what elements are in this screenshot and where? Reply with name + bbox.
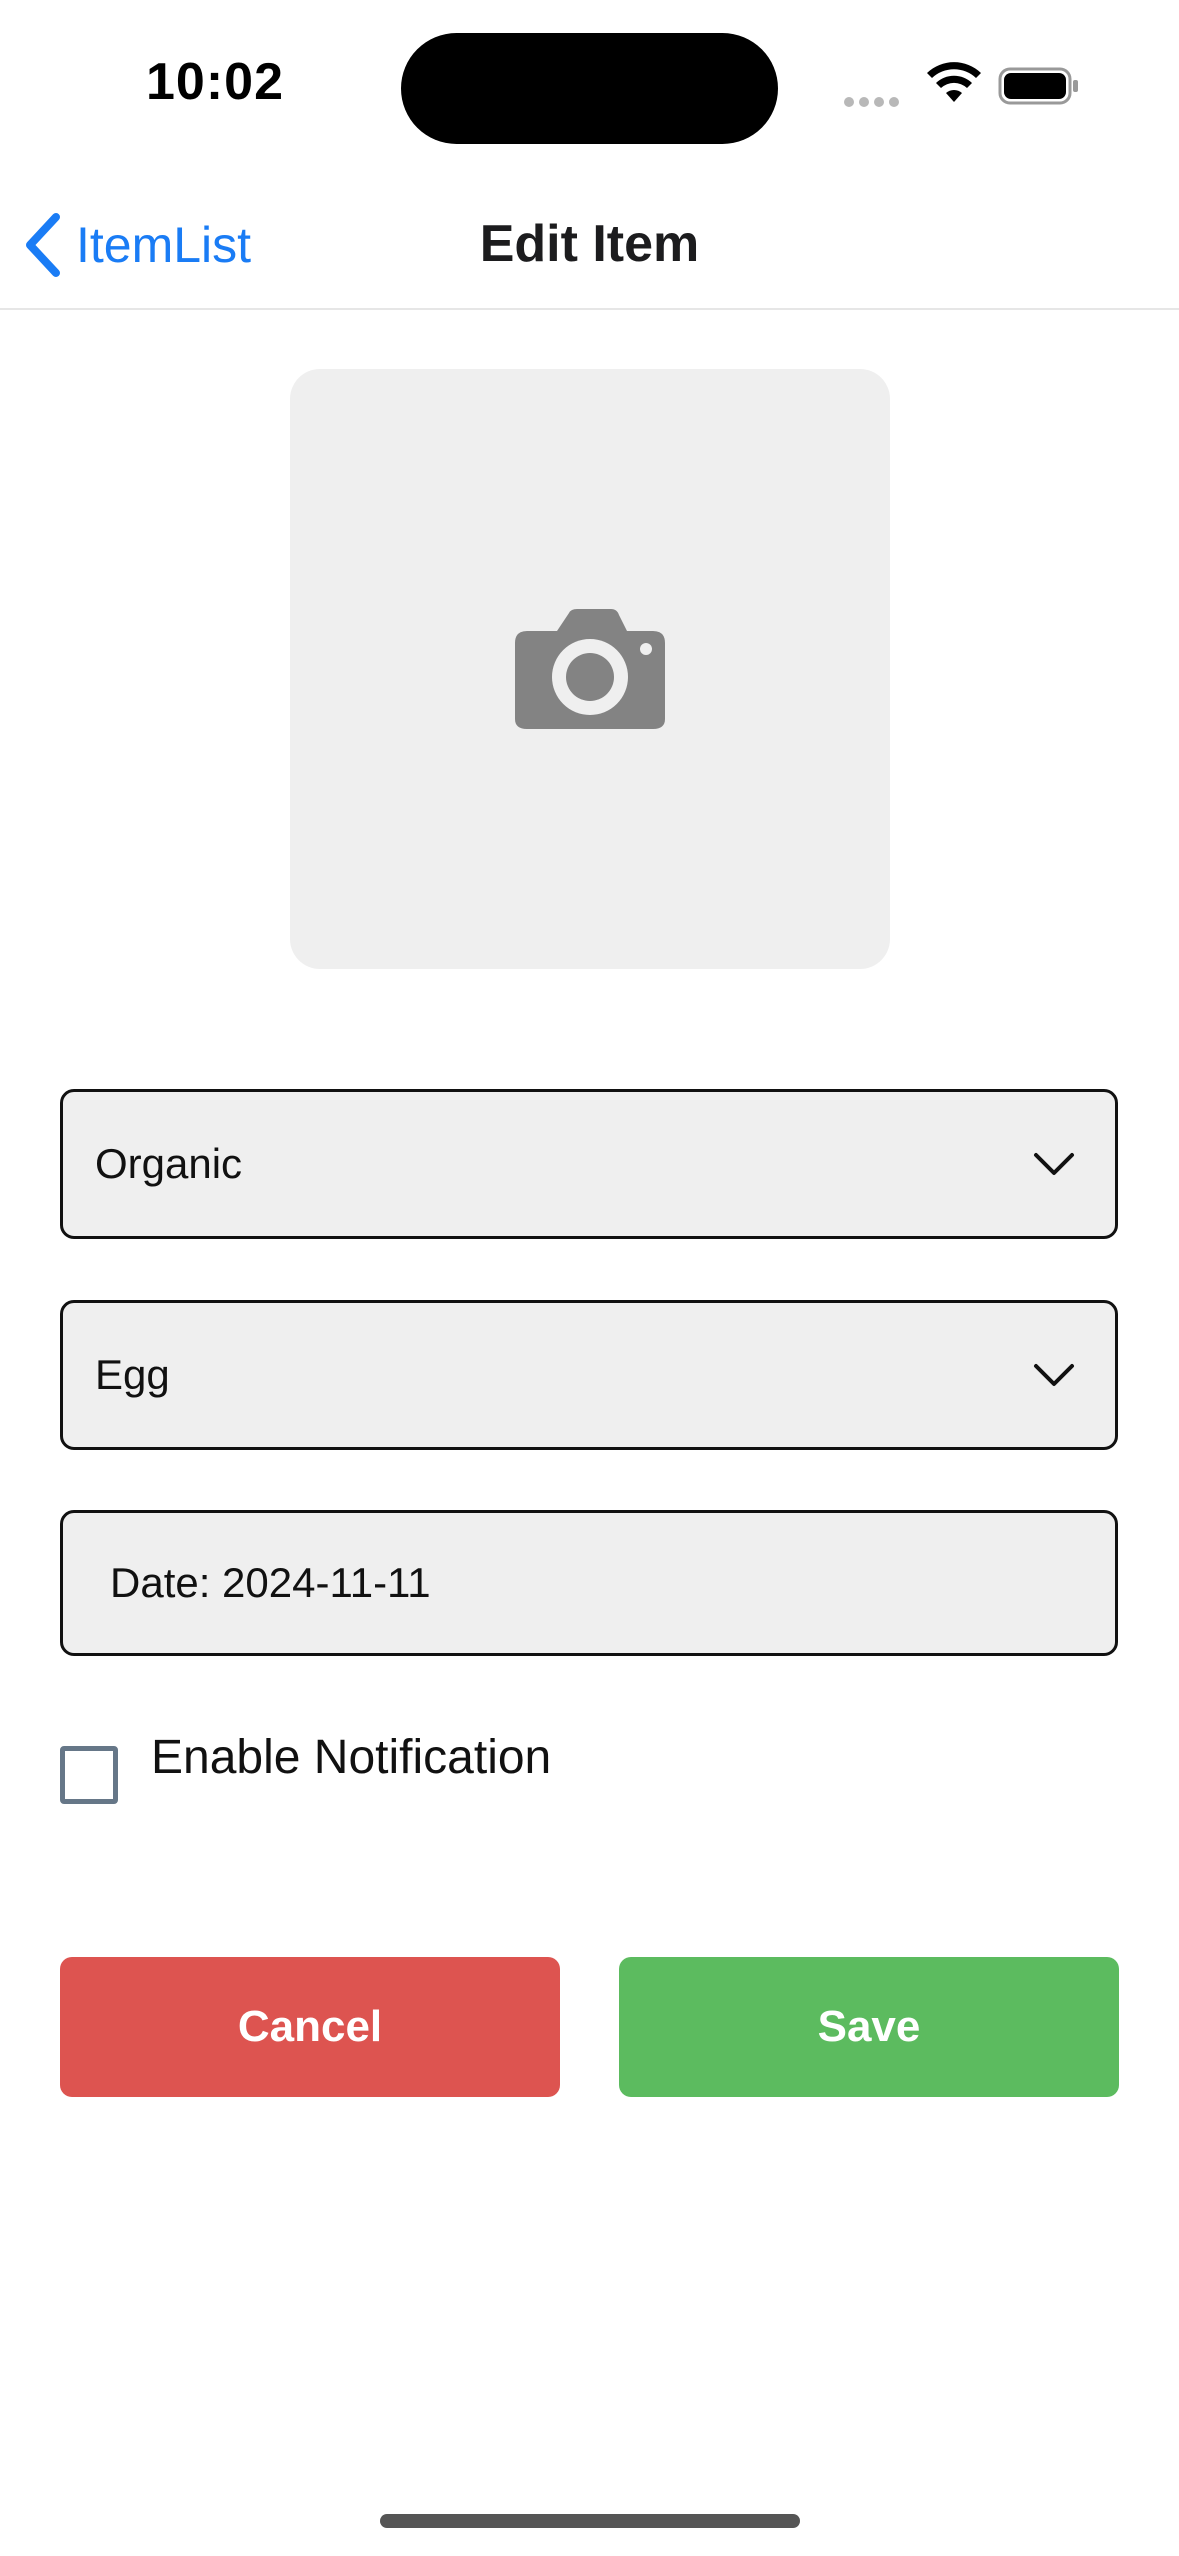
cellular-signal-icon [844, 94, 904, 107]
status-icons [840, 60, 1090, 110]
enable-notification-checkbox[interactable] [60, 1746, 118, 1804]
camera-icon [515, 609, 665, 729]
page-title: Edit Item [479, 215, 700, 273]
wifi-icon [927, 62, 981, 102]
item-select[interactable]: Egg [60, 1300, 1118, 1450]
dynamic-island [401, 33, 778, 144]
status-time: 10:02 [146, 53, 284, 111]
date-field[interactable]: Date: 2024-11-11 [60, 1510, 1118, 1656]
photo-picker[interactable] [290, 369, 890, 969]
item-select-value: Egg [95, 1351, 170, 1398]
chevron-down-icon [1034, 1364, 1074, 1386]
cancel-button[interactable]: Cancel [60, 1957, 560, 2097]
battery-icon [998, 67, 1078, 105]
enable-notification-label: Enable Notification [151, 1731, 552, 1784]
home-indicator[interactable] [380, 2514, 800, 2528]
edit-item-screen: 10:02 ItemList Edit Item Organic Egg Dat… [0, 0, 1179, 2556]
enable-notification-row: Enable Notification [60, 1730, 760, 1810]
category-select[interactable]: Organic [60, 1089, 1118, 1239]
navigation-bar: ItemList Edit Item [0, 170, 1179, 310]
save-button[interactable]: Save [619, 1957, 1119, 2097]
date-field-value: Date: 2024-11-11 [110, 1559, 431, 1606]
chevron-down-icon [1034, 1153, 1074, 1175]
category-select-value: Organic [95, 1140, 243, 1187]
